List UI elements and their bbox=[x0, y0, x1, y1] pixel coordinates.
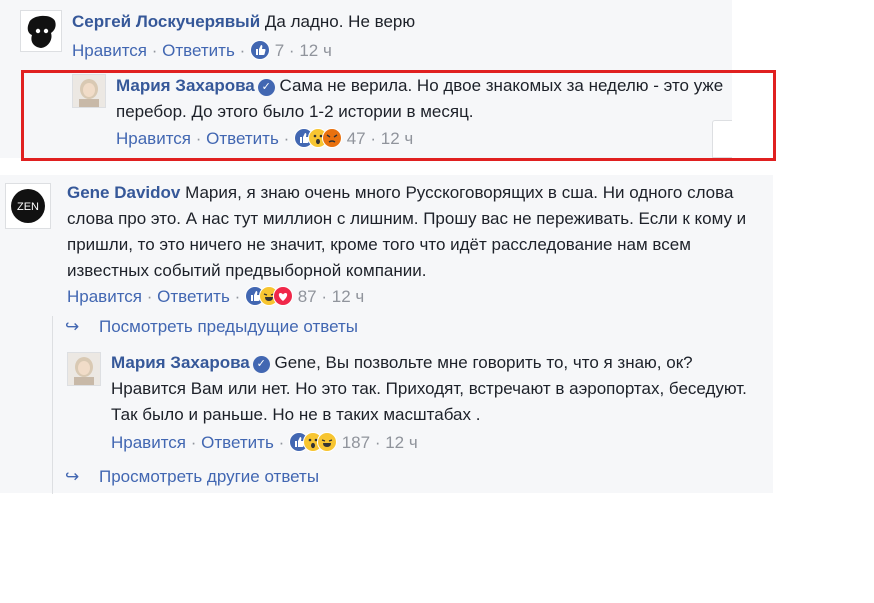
reactions[interactable] bbox=[288, 432, 337, 453]
comment-body: Мария Захарова ✓ Gene, Вы позвольте мне г… bbox=[111, 350, 751, 428]
comment-author[interactable]: Сергей Лоскучерявый bbox=[72, 12, 260, 31]
comment-body: Gene Davidov Мария, я знаю очень много Р… bbox=[67, 180, 757, 284]
reply-button[interactable]: Ответить bbox=[162, 41, 235, 60]
comment-author[interactable]: Gene Davidov bbox=[67, 183, 180, 202]
verified-icon: ✓ bbox=[252, 356, 270, 373]
comment-actions: Нравится · Ответить · 7 · 12 ч bbox=[72, 40, 332, 61]
zen-logo-icon: ZEN bbox=[6, 184, 50, 228]
avatar[interactable] bbox=[20, 10, 62, 52]
avatar[interactable]: ZEN bbox=[5, 183, 51, 229]
like-icon[interactable] bbox=[249, 40, 270, 60]
separator: · bbox=[374, 433, 381, 452]
like-button[interactable]: Нравится bbox=[67, 287, 142, 306]
reaction-count[interactable]: 7 bbox=[275, 41, 284, 60]
reaction-count[interactable]: 187 bbox=[342, 433, 370, 452]
comment-time[interactable]: 12 ч bbox=[299, 41, 332, 60]
separator: · bbox=[190, 433, 197, 452]
separator: · bbox=[146, 287, 153, 306]
view-previous-replies-label: Посмотреть предыдущие ответы bbox=[99, 317, 359, 336]
comment-actions: Нравится · Ответить · 187 · 12 ч bbox=[111, 432, 418, 453]
haha-icon bbox=[316, 432, 337, 452]
user-avatar-icon bbox=[21, 11, 61, 51]
comment-time[interactable]: 12 ч bbox=[332, 287, 365, 306]
comment-author[interactable]: Мария Захарова bbox=[111, 353, 250, 372]
view-other-replies-label: Просмотреть другие ответы bbox=[99, 467, 320, 486]
svg-text:ZEN: ZEN bbox=[17, 201, 39, 213]
user-avatar-icon bbox=[68, 353, 100, 385]
separator: · bbox=[234, 287, 241, 306]
like-button[interactable]: Нравится bbox=[111, 433, 186, 452]
comment-time[interactable]: 12 ч bbox=[385, 433, 418, 452]
view-other-replies-link[interactable]: ↪ Просмотреть другие ответы bbox=[65, 467, 319, 487]
comment-text: Да ладно. Не верю bbox=[264, 12, 416, 31]
like-button[interactable]: Нравится bbox=[72, 41, 147, 60]
separator: · bbox=[239, 41, 246, 60]
reaction-count[interactable]: 87 bbox=[298, 287, 317, 306]
reply-button[interactable]: Ответить bbox=[157, 287, 230, 306]
separator: · bbox=[321, 287, 328, 306]
reply-arrow-icon: ↪ bbox=[65, 317, 80, 336]
reply-button[interactable]: Ответить bbox=[201, 433, 274, 452]
view-previous-replies-link[interactable]: ↪ Посмотреть предыдущие ответы bbox=[65, 317, 358, 337]
thread-line bbox=[52, 316, 53, 494]
avatar[interactable] bbox=[67, 352, 101, 386]
reactions[interactable] bbox=[244, 286, 293, 307]
reply-arrow-icon: ↪ bbox=[65, 467, 80, 486]
separator: · bbox=[151, 41, 158, 60]
love-icon bbox=[272, 286, 293, 306]
separator: · bbox=[278, 433, 285, 452]
separator: · bbox=[288, 41, 295, 60]
comment-body: Сергей Лоскучерявый Да ладно. Не верю bbox=[72, 9, 712, 35]
highlight-box bbox=[21, 70, 776, 161]
comment-actions: Нравится · Ответить · 87 · 12 ч bbox=[67, 286, 364, 307]
